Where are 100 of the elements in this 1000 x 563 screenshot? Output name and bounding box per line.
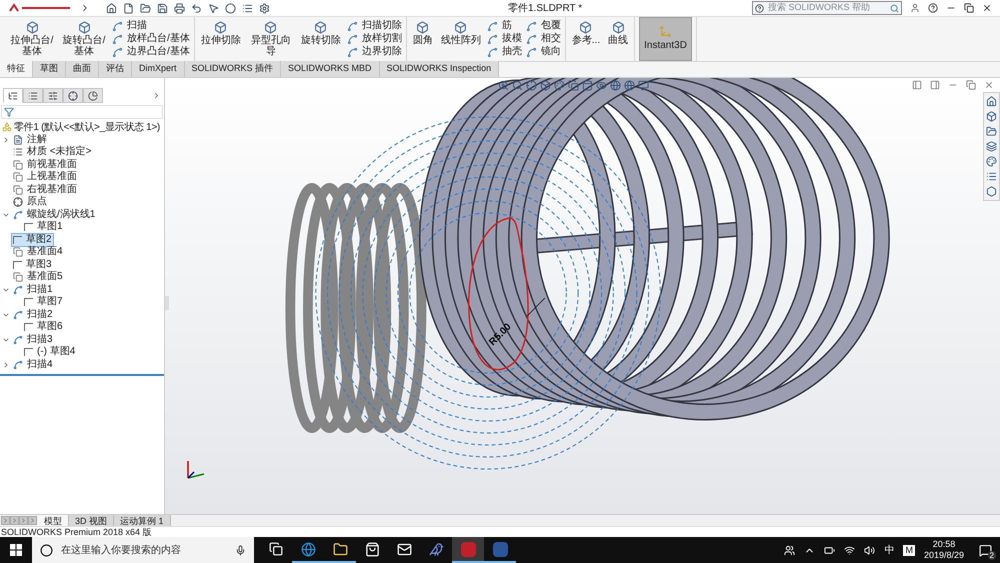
settings-icon[interactable] xyxy=(259,2,270,14)
ribbon-button[interactable]: 旋转切除 xyxy=(298,17,343,61)
tree-item[interactable]: 草图1 xyxy=(22,220,65,234)
zoom-icon[interactable] xyxy=(498,80,509,91)
ribbon-button[interactable]: 异型孔向导 xyxy=(246,17,295,61)
ribbon-button[interactable]: 相交 xyxy=(526,33,561,45)
ribbon-button[interactable]: 圆角 xyxy=(410,17,435,61)
ribbon-button[interactable]: 镜向 xyxy=(526,46,561,58)
ribbon-button[interactable]: 旋转凸台/基体 xyxy=(60,17,108,61)
tree-item[interactable]: 原点 xyxy=(11,195,49,210)
tree-item[interactable]: 上视基准面 xyxy=(11,170,79,184)
layers-icon[interactable] xyxy=(986,141,997,152)
ribbon-button[interactable]: 放样凸台/基体 xyxy=(112,33,190,45)
tab[interactable]: 运动算例 1 xyxy=(114,514,171,526)
ribbon-button[interactable]: 扫描 xyxy=(112,20,190,32)
tab[interactable]: SOLIDWORKS 插件 xyxy=(184,61,282,77)
tree-item[interactable]: 扫描2 xyxy=(11,308,55,322)
tree-item[interactable]: 材质 <未指定> xyxy=(11,145,94,160)
tab[interactable]: SOLIDWORKS MBD xyxy=(281,61,380,77)
tab[interactable]: 模型 xyxy=(38,514,69,526)
tree-item[interactable]: 右视基准面 xyxy=(11,182,79,197)
tree-item[interactable]: 注解 xyxy=(11,132,49,147)
list-icon[interactable] xyxy=(986,171,997,182)
tree-item[interactable]: 草图7 xyxy=(22,295,65,310)
ribbon-button[interactable]: 边界凸台/基体 xyxy=(112,46,190,58)
home-icon[interactable] xyxy=(106,2,117,14)
palette-icon[interactable] xyxy=(554,80,565,91)
tab[interactable]: DimXpert xyxy=(132,61,185,77)
ribbon-button[interactable]: 抽壳 xyxy=(486,46,522,58)
tree-item[interactable]: 基准面5 xyxy=(11,270,65,284)
ribbon-button[interactable]: 筋 xyxy=(486,20,522,32)
tree-item[interactable]: 草图3 xyxy=(11,258,54,272)
monitor-icon[interactable] xyxy=(638,80,649,91)
home-icon[interactable] xyxy=(986,96,997,107)
panel-left-icon[interactable] xyxy=(912,80,922,90)
taskbar-search-box[interactable]: 在这里输入你要搜索的内容 xyxy=(32,537,254,563)
panel-tab[interactable] xyxy=(43,88,63,103)
print-icon[interactable] xyxy=(174,2,185,14)
ribbon-button[interactable]: 边界切除 xyxy=(346,46,402,58)
people-icon[interactable] xyxy=(784,544,796,556)
help-icon[interactable] xyxy=(928,3,938,13)
panel-tab[interactable] xyxy=(3,88,23,103)
volume-icon[interactable] xyxy=(864,544,876,556)
list-icon[interactable] xyxy=(242,2,253,14)
ribbon-button[interactable]: 拉伸凸台/基体 xyxy=(8,17,56,61)
chevron-icon[interactable] xyxy=(152,91,161,100)
taskbar-search-field[interactable]: 在这里输入你要搜索的内容 xyxy=(61,542,227,558)
tree-item[interactable]: 前视基准面 xyxy=(11,158,79,172)
hexagon-icon[interactable] xyxy=(986,186,997,197)
new-file-icon[interactable] xyxy=(123,2,134,14)
cylinder-icon[interactable] xyxy=(582,80,593,91)
tree-item[interactable]: 螺旋线/涡状线1 xyxy=(11,208,98,222)
restore-icon[interactable] xyxy=(964,3,974,13)
battery-icon[interactable] xyxy=(824,544,836,556)
tree-item[interactable]: 草图6 xyxy=(22,320,65,334)
panel-right-icon[interactable] xyxy=(930,80,940,90)
search-field[interactable]: 搜索 SOLIDWORKS 帮助 xyxy=(768,1,886,15)
cube-icon[interactable] xyxy=(540,80,551,91)
filter-icon[interactable] xyxy=(4,107,14,117)
ribbon-button[interactable]: 包覆 xyxy=(526,20,561,32)
ribbon-button[interactable]: 线性阵列 xyxy=(438,17,483,61)
ribbon-button[interactable]: 拔模 xyxy=(486,33,522,45)
input-mode-label[interactable]: M xyxy=(903,544,915,556)
tab[interactable]: 草图 xyxy=(33,61,66,77)
tree-item[interactable]: 草图2 xyxy=(11,232,54,247)
globe-icon[interactable] xyxy=(610,80,621,91)
crosshair-icon[interactable] xyxy=(526,80,537,91)
ribbon-button[interactable]: 扫描切除 xyxy=(346,20,402,32)
ribbon-button[interactable]: 拉伸切除 xyxy=(198,17,243,61)
tree-item[interactable]: (-) 草图4 xyxy=(22,345,78,360)
tree-item[interactable]: 扫描3 xyxy=(11,332,55,347)
panel-tab[interactable] xyxy=(83,88,103,103)
tree-item[interactable]: 扫描4 xyxy=(11,358,55,372)
cube-icon[interactable] xyxy=(986,111,997,122)
input-method-label[interactable]: 中 xyxy=(884,542,894,558)
open-folder-icon[interactable] xyxy=(140,2,151,14)
eye-icon[interactable] xyxy=(596,80,607,91)
search-icon[interactable] xyxy=(512,80,523,91)
ribbon-button[interactable]: 曲线 xyxy=(606,17,630,61)
folder-icon[interactable] xyxy=(986,126,997,137)
panel-tab[interactable] xyxy=(63,88,83,103)
tab[interactable]: 评估 xyxy=(99,61,132,77)
tree-item[interactable]: 扫描1 xyxy=(11,282,55,297)
globe-icon[interactable] xyxy=(624,80,635,91)
copy-icon[interactable] xyxy=(568,80,579,91)
tab[interactable]: SOLIDWORKS Inspection xyxy=(380,61,500,77)
windows-logo-icon[interactable] xyxy=(10,544,22,556)
tab[interactable]: 3D 视图 xyxy=(69,514,114,526)
close-icon[interactable] xyxy=(982,3,992,13)
ribbon-button[interactable]: 放样切割 xyxy=(346,33,402,45)
tab[interactable]: 特征 xyxy=(0,61,33,77)
tree-item[interactable]: 基准面4 xyxy=(11,245,65,260)
user-icon[interactable] xyxy=(910,3,920,13)
search-box[interactable]: 搜索 SOLIDWORKS 帮助 xyxy=(752,1,902,15)
tree-item[interactable]: 零件1 (默认<<默认>_显示状态 1>) xyxy=(2,121,160,134)
undo-icon[interactable] xyxy=(191,2,202,14)
network-icon[interactable] xyxy=(844,544,856,556)
tab[interactable]: 曲面 xyxy=(66,61,99,77)
instant3d-button[interactable]: Instant3D xyxy=(639,17,692,61)
save-icon[interactable] xyxy=(157,2,168,14)
